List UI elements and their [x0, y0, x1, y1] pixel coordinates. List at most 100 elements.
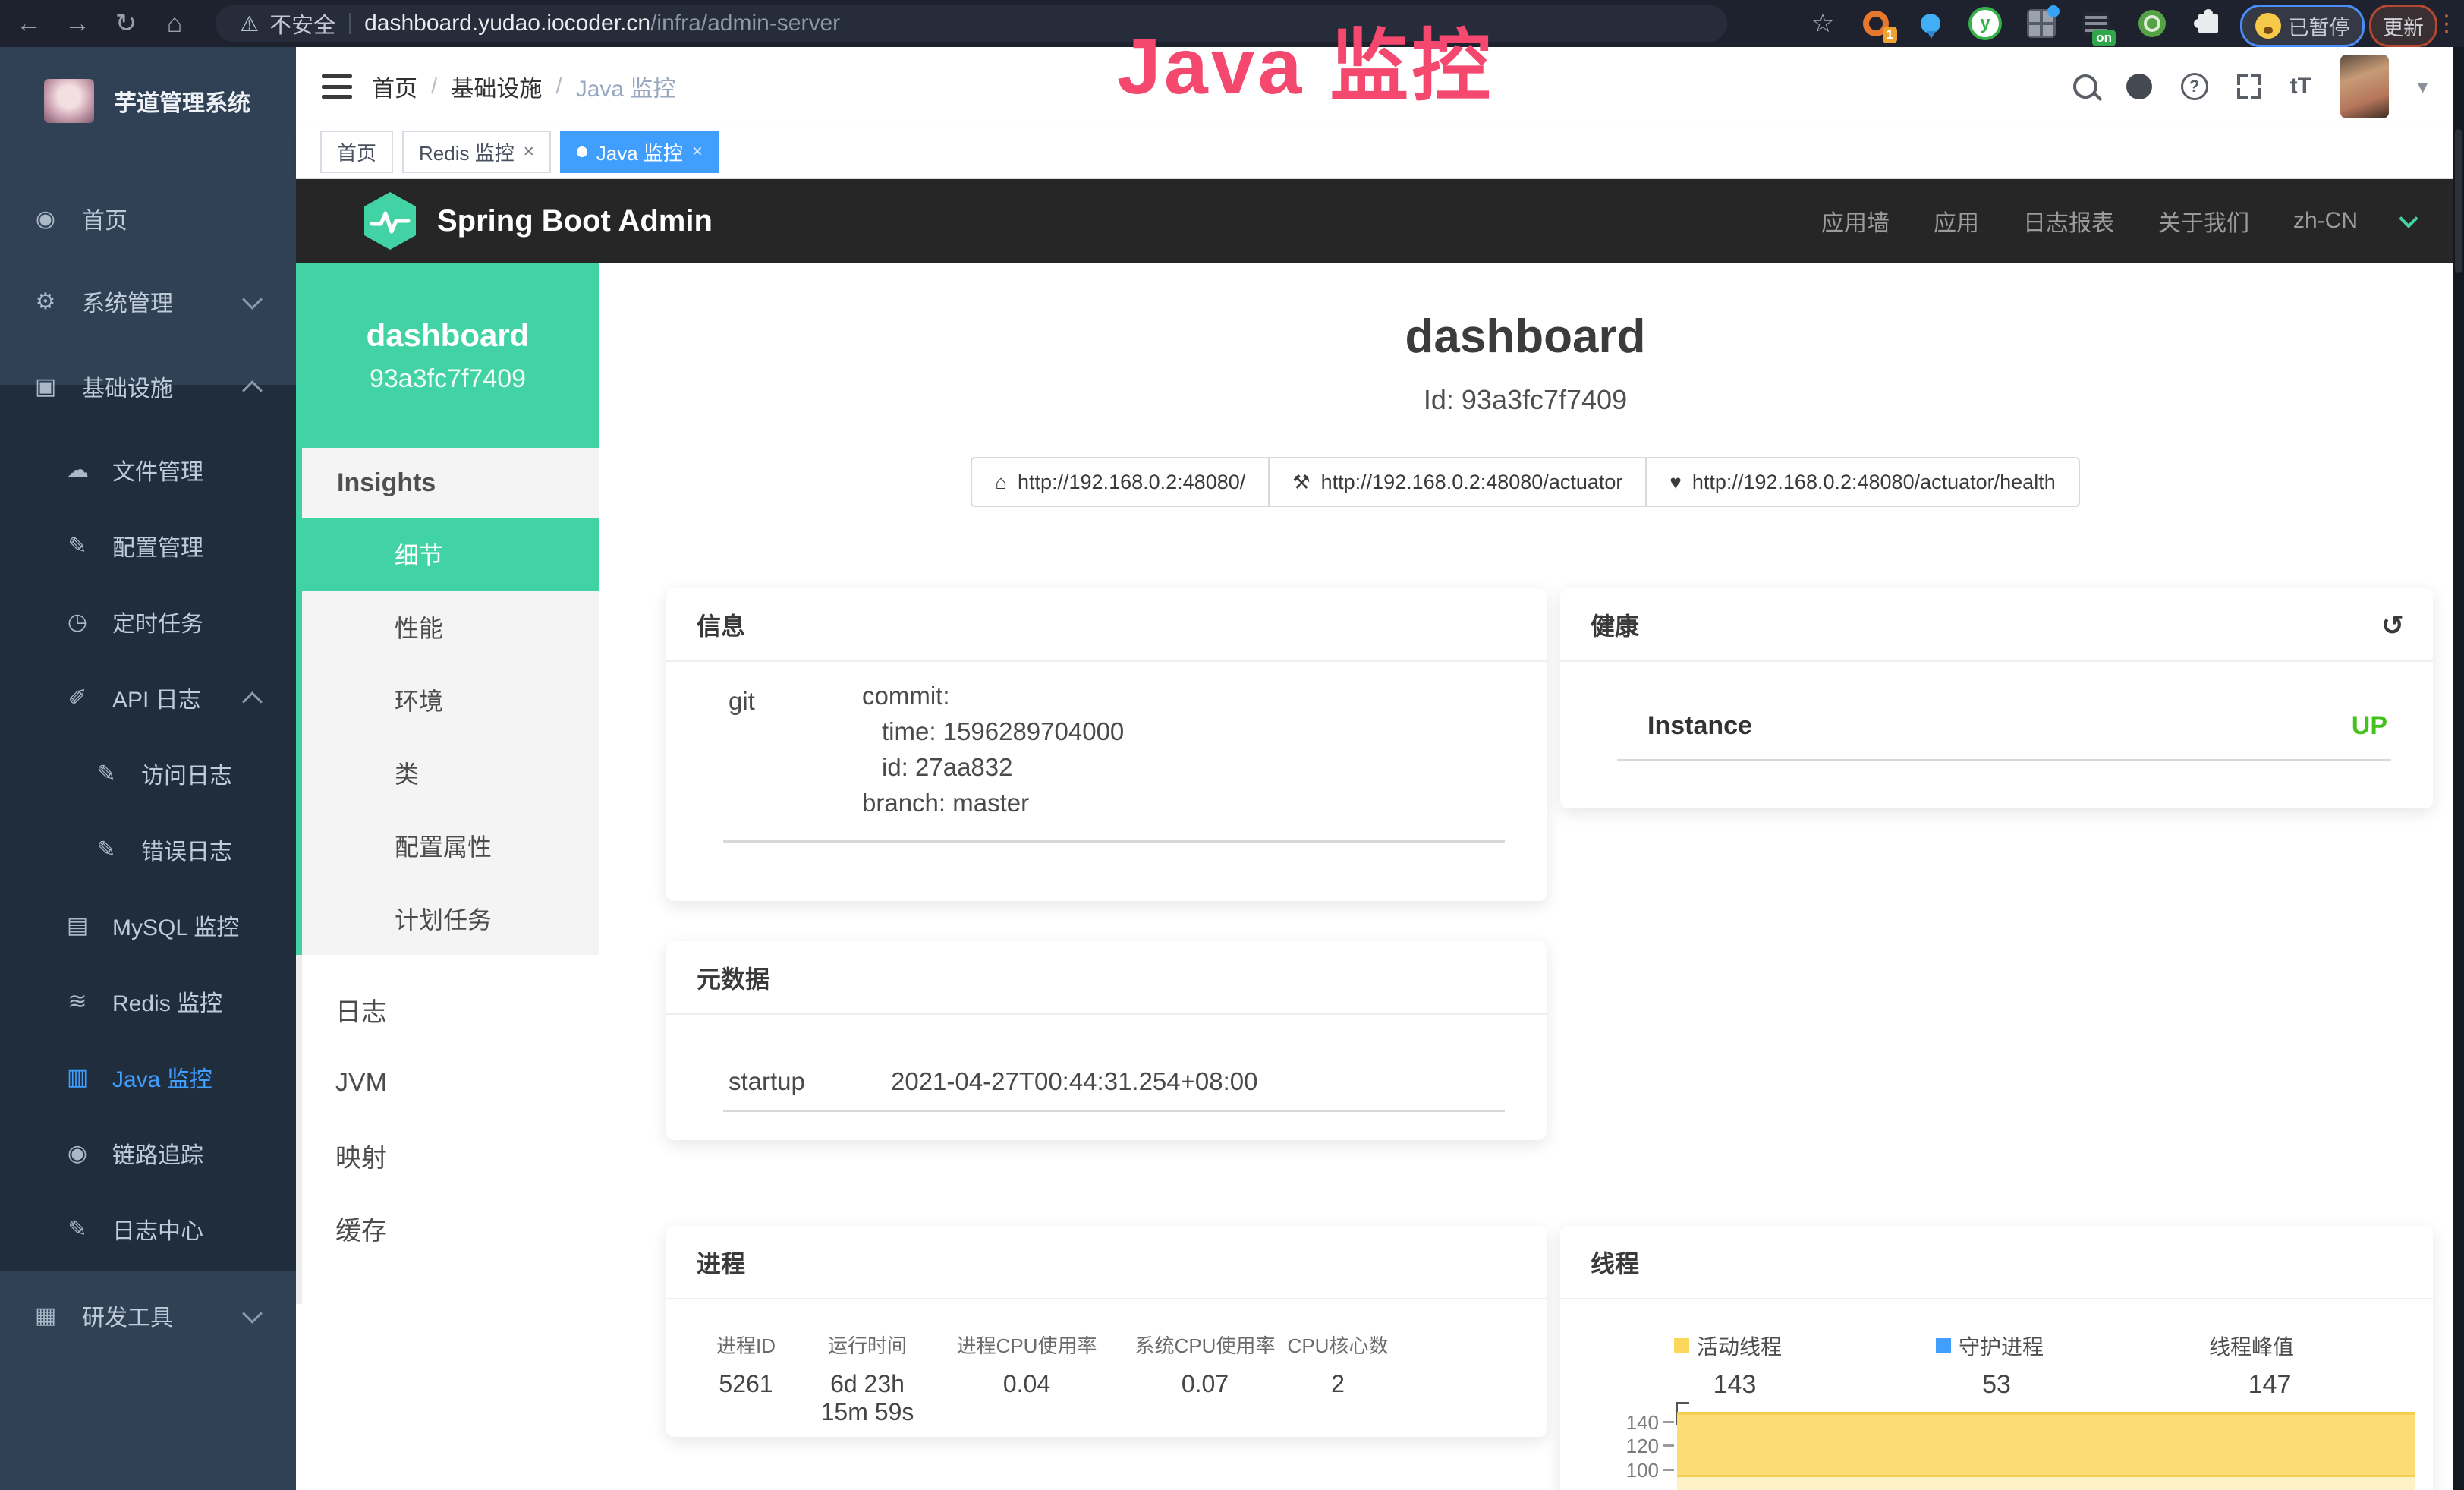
history-icon[interactable]: ↺ [2381, 610, 2404, 641]
health-url-button[interactable]: ♥ http://192.168.0.2:48080/actuator/heal… [1645, 457, 2079, 507]
sba-item-mappings[interactable]: 映射 [296, 1119, 599, 1192]
sba-brand[interactable]: Spring Boot Admin [363, 191, 713, 251]
tab-redis-monitor[interactable]: Redis 监控 [402, 131, 551, 173]
actuator-url-button[interactable]: ⚒ http://192.168.0.2:48080/actuator [1268, 457, 1647, 507]
daemon-threads-value: 53 [1936, 1370, 2057, 1400]
page-title: dashboard [599, 310, 2451, 364]
sba-nav-journal[interactable]: 日志报表 [2023, 204, 2114, 238]
header-actions: ? tT ▾ [2073, 47, 2428, 126]
metadata-row-value: 2021-04-27T00:44:31.254+08:00 [891, 1067, 1258, 1096]
process-card-title: 进程 [666, 1226, 1547, 1299]
sidebar-item-system-mgmt[interactable]: ⚙ 系统管理 [0, 263, 296, 339]
help-icon[interactable]: ? [2181, 73, 2208, 100]
info-row-label: git [729, 687, 755, 716]
extensions-puzzle-icon[interactable] [2192, 7, 2225, 40]
ytick-100: 100 [1606, 1459, 1659, 1482]
avatar[interactable] [2340, 55, 2389, 118]
refresh-icon[interactable]: ↻ [109, 8, 143, 39]
close-icon[interactable] [692, 143, 703, 161]
sba-item-scheduled-tasks[interactable]: 计划任务 [302, 882, 599, 955]
sidebar-item-config-mgmt[interactable]: ✎ 配置管理 [0, 508, 296, 584]
sidebar-item-java-monitor[interactable]: ▥ Java 监控 [0, 1039, 296, 1115]
sba-item-jvm[interactable]: JVM [296, 1046, 599, 1119]
health-card: 健康 ↺ Instance UP [1560, 588, 2433, 808]
close-icon[interactable] [524, 143, 534, 161]
sidebar-item-api-logs[interactable]: ✐ API 日志 [0, 660, 296, 736]
log-icon: ✐ [62, 685, 93, 711]
service-url-button[interactable]: ⌂ http://192.168.0.2:48080/ [971, 457, 1270, 507]
metadata-card-title: 元数据 [666, 941, 1547, 1015]
sba-lang-select[interactable]: zh-CN [2293, 208, 2358, 234]
sba-nav-wallboard[interactable]: 应用墙 [1821, 204, 1890, 238]
sidebar-item-mysql-monitor[interactable]: ▤ MySQL 监控 [0, 887, 296, 963]
breadcrumb-home[interactable]: 首页 [372, 70, 417, 103]
sba-item-classes[interactable]: 类 [302, 736, 599, 809]
threads-card: 线程 活动线程 守护进程 线程峰值 143 53 147 140 120 100 [1560, 1226, 2433, 1490]
sidebar-item-home[interactable]: ◉ 首页 [0, 181, 296, 257]
ytick-120: 120 [1606, 1435, 1659, 1458]
sba-navbar: Spring Boot Admin 应用墙 应用 日志报表 关于我们 zh-CN [296, 179, 2464, 263]
extension-y-icon[interactable]: y [1968, 7, 2002, 40]
github-icon[interactable] [2126, 74, 2152, 99]
metadata-row-label: startup [729, 1067, 805, 1096]
doc-edit-icon: ✎ [91, 761, 121, 787]
extension-orange-icon[interactable]: 1 [1859, 7, 1893, 40]
sidebar-item-dev-tools[interactable]: ▦ 研发工具 [0, 1277, 296, 1353]
app-sidebar: 芋道管理系统 ◉ 首页 ⚙ 系统管理 ▣ 基础设施 ☁ 文件管理 ✎ 配置管理 … [0, 47, 296, 1490]
app-title: 芋道管理系统 [114, 84, 250, 118]
back-icon[interactable]: ← [12, 8, 46, 39]
sidebar-item-redis-monitor[interactable]: ≋ Redis 监控 [0, 963, 296, 1039]
home-icon[interactable]: ⌂ [158, 8, 191, 39]
breadcrumb-infrastructure[interactable]: 基础设施 [451, 70, 542, 103]
chevron-down-icon [242, 1303, 263, 1324]
address-bar[interactable]: ⚠ 不安全 dashboard.yudao.iocoder.cn/infra/a… [216, 5, 1727, 42]
extension-pin-icon[interactable] [1914, 7, 1947, 40]
sba-item-config-props[interactable]: 配置属性 [302, 809, 599, 882]
security-label[interactable]: 不安全 [269, 8, 335, 39]
sba-item-details[interactable]: 细节 [302, 518, 599, 591]
paused-extension-pill[interactable]: 已暂停 [2240, 5, 2365, 47]
insights-group-label: Insights [302, 448, 599, 518]
screen-icon: ▥ [62, 1064, 93, 1091]
extension-on-icon[interactable]: on [2079, 7, 2113, 40]
sba-main: dashboard Id: 93a3fc7f7409 ⌂ http://192.… [599, 263, 2464, 1490]
info-card: 信息 git commit: time: 1596289704000 id: 2… [666, 588, 1547, 901]
update-button[interactable]: 更新 [2369, 5, 2437, 47]
scrollbar-thumb[interactable] [2455, 129, 2462, 273]
sba-nav-applications[interactable]: 应用 [1934, 204, 1979, 238]
sidebar-item-trace[interactable]: ◉ 链路追踪 [0, 1115, 296, 1191]
caret-down-icon[interactable]: ▾ [2418, 75, 2428, 99]
sba-nav-about[interactable]: 关于我们 [2158, 204, 2249, 238]
sba-item-caches[interactable]: 缓存 [296, 1192, 599, 1265]
chevron-down-icon[interactable] [2399, 209, 2418, 228]
app-logo-row[interactable]: 芋道管理系统 [0, 59, 296, 143]
legend-live-threads: 活动线程 [1674, 1331, 1782, 1361]
extension-grid-icon[interactable] [2025, 7, 2058, 40]
tab-java-monitor[interactable]: Java 监控 [560, 131, 719, 173]
sidebar-item-log-center[interactable]: ✎ 日志中心 [0, 1191, 296, 1267]
url-host[interactable]: dashboard.yudao.iocoder.cn [364, 11, 650, 36]
tab-home[interactable]: 首页 [320, 131, 393, 173]
browser-menu-kebab-icon[interactable]: ⋮ [2430, 8, 2463, 39]
legend-peak-threads: 线程峰值 [2209, 1331, 2294, 1361]
sidebar-item-scheduled-jobs[interactable]: ◷ 定时任务 [0, 584, 296, 660]
eye-icon: ◉ [62, 1140, 93, 1167]
search-icon[interactable] [2073, 74, 2097, 99]
forward-icon[interactable]: → [61, 8, 94, 39]
sba-item-metrics[interactable]: 性能 [302, 591, 599, 663]
fullscreen-icon[interactable] [2237, 74, 2261, 99]
tags-view-bar: 首页 Redis 监控 Java 监控 [296, 126, 2464, 179]
sba-item-logs[interactable]: 日志 [296, 973, 599, 1046]
sidebar-toggle-icon[interactable] [322, 74, 352, 99]
app-logo [44, 79, 94, 123]
sba-item-environment[interactable]: 环境 [302, 663, 599, 736]
health-row-label[interactable]: Instance [1647, 711, 1752, 741]
extension-search-icon[interactable] [2135, 7, 2169, 40]
peak-threads-value: 147 [2209, 1370, 2330, 1400]
font-size-icon[interactable]: tT [2290, 74, 2311, 99]
sidebar-item-error-logs[interactable]: ✎ 错误日志 [0, 811, 296, 887]
bookmark-star-icon[interactable]: ☆ [1806, 8, 1839, 39]
sidebar-item-access-logs[interactable]: ✎ 访问日志 [0, 736, 296, 811]
sidebar-item-infrastructure[interactable]: ▣ 基础设施 [0, 348, 296, 424]
sidebar-item-file-mgmt[interactable]: ☁ 文件管理 [0, 432, 296, 508]
